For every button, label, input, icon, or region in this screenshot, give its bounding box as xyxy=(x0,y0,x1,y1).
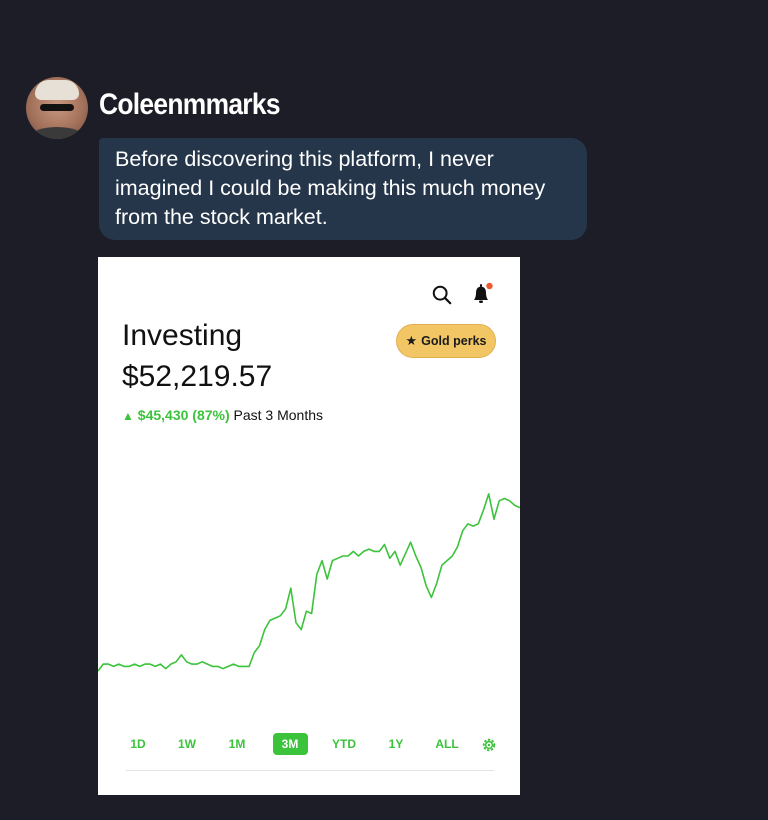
settings-gear-icon[interactable] xyxy=(480,736,498,754)
gold-perks-label: Gold perks xyxy=(421,334,487,348)
range-all[interactable]: ALL xyxy=(432,733,462,755)
change-amount: $45,430 (87%) xyxy=(137,407,230,423)
chart-series-line xyxy=(98,493,520,672)
up-arrow-icon: ▲ xyxy=(122,409,134,423)
star-icon: ★ xyxy=(405,333,418,348)
username[interactable]: Coleenmmarks xyxy=(99,88,281,122)
range-1d[interactable]: 1D xyxy=(123,733,153,755)
range-ytd[interactable]: YTD xyxy=(329,733,359,755)
range-1y[interactable]: 1Y xyxy=(381,733,411,755)
time-range-selector: 1D 1W 1M 3M YTD 1Y ALL xyxy=(98,733,520,757)
change-period: Past 3 Months xyxy=(233,407,324,423)
gold-perks-button[interactable]: ★ Gold perks xyxy=(396,324,496,358)
range-1w[interactable]: 1W xyxy=(172,733,202,755)
avatar-hair xyxy=(35,80,79,100)
notification-bell-icon xyxy=(474,282,493,303)
divider xyxy=(126,770,494,771)
range-3m[interactable]: 3M xyxy=(272,733,308,755)
range-1m[interactable]: 1M xyxy=(222,733,252,755)
page-title: Investing xyxy=(122,319,243,352)
avatar-shirt xyxy=(30,127,84,139)
portfolio-chart[interactable] xyxy=(98,482,520,722)
search-icon xyxy=(432,285,452,305)
portfolio-change: ▲ $45,430 (87%) Past 3 Months xyxy=(122,407,323,423)
avatar-sunglasses xyxy=(40,104,74,111)
user-avatar[interactable] xyxy=(26,77,88,139)
investing-screenshot[interactable]: ★ Gold perks Investing $52,219.57 ▲ $45,… xyxy=(98,257,520,795)
message-bubble: Before discovering this platform, I neve… xyxy=(99,138,587,240)
portfolio-value: $52,219.57 xyxy=(122,360,273,393)
